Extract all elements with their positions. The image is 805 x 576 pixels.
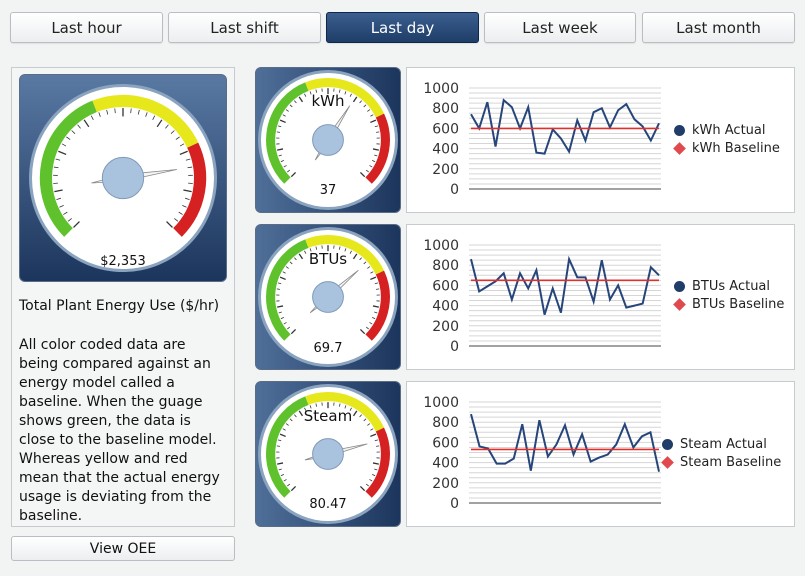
legend-baseline-marker xyxy=(673,297,686,311)
kwh-gauge-value: 37 xyxy=(319,183,337,198)
legend-kwh-baseline: kWh Baseline xyxy=(692,140,780,156)
gauge-tick xyxy=(375,288,380,290)
gauge-tick xyxy=(130,108,132,114)
y-tick-label: 400 xyxy=(432,456,459,472)
y-tick-label: 200 xyxy=(432,476,459,492)
legend-baseline-marker xyxy=(661,455,674,469)
legend-baseline-marker xyxy=(673,141,686,155)
y-tick-label: 400 xyxy=(432,142,459,158)
legend-btus-baseline: BTUs Baseline xyxy=(692,296,785,312)
total-energy-title: Total Plant Energy Use ($/hr) xyxy=(19,298,220,314)
y-tick-label: 600 xyxy=(432,435,459,451)
steam-gauge-label: Steam xyxy=(303,407,353,425)
y-tick-label: 800 xyxy=(432,415,459,431)
legend-actual-marker xyxy=(662,438,673,450)
kwh-gauge-panel: kWh 37 xyxy=(255,67,401,213)
y-tick-label: 800 xyxy=(432,258,459,274)
steam-gauge-value: 80.47 xyxy=(309,497,347,512)
tab-last-day[interactable]: Last day xyxy=(326,12,479,43)
total-energy-gauge xyxy=(29,84,217,272)
legend-steam-actual: Steam Actual xyxy=(680,436,767,452)
gauge-hub xyxy=(312,281,344,313)
y-tick-label: 600 xyxy=(432,278,459,294)
btus-gauge-panel: BTUs 69.7 xyxy=(255,224,401,370)
tab-last-week[interactable]: Last week xyxy=(484,12,636,43)
btus-gauge-value: 69.7 xyxy=(313,341,343,356)
actual-series-line xyxy=(470,255,660,315)
gauge-hub xyxy=(312,124,344,156)
gauge-hub xyxy=(101,156,145,200)
kwh-legend: kWh Actual kWh Baseline xyxy=(673,121,780,157)
y-tick-label: 0 xyxy=(450,182,459,198)
baseline-description: All color coded data are being compared … xyxy=(19,337,220,524)
y-tick-label: 0 xyxy=(450,496,459,512)
tab-last-hour[interactable]: Last hour xyxy=(10,12,163,43)
legend-steam-baseline: Steam Baseline xyxy=(680,454,782,470)
steam-legend: Steam Actual Steam Baseline xyxy=(661,435,782,471)
view-oee-button[interactable]: View OEE xyxy=(11,536,235,561)
gauge-tick xyxy=(276,131,281,133)
y-tick-label: 200 xyxy=(432,319,459,335)
btus-legend: BTUs Actual BTUs Baseline xyxy=(673,277,785,313)
kwh-gauge-label: kWh xyxy=(311,92,345,110)
btus-gauge-label: BTUs xyxy=(308,250,348,268)
legend-btus-actual: BTUs Actual xyxy=(692,278,771,294)
legend-kwh-actual: kWh Actual xyxy=(692,122,766,138)
y-tick-label: 1000 xyxy=(423,395,459,411)
gauge-tick xyxy=(276,288,281,290)
gauge-tick xyxy=(375,131,380,133)
gauge-tick xyxy=(375,445,380,447)
y-tick-label: 800 xyxy=(432,101,459,117)
gauge-tick xyxy=(114,108,116,114)
gauge-hub xyxy=(312,438,344,470)
y-tick-label: 0 xyxy=(450,339,459,355)
legend-actual-marker xyxy=(674,124,685,136)
gauge-tick xyxy=(276,445,281,447)
y-tick-label: 1000 xyxy=(423,238,459,254)
y-tick-label: 200 xyxy=(432,162,459,178)
y-tick-label: 600 xyxy=(432,121,459,137)
legend-actual-marker xyxy=(674,280,685,292)
tab-last-month[interactable]: Last month xyxy=(642,12,795,43)
total-energy-value: $2,353 xyxy=(100,254,146,269)
y-tick-label: 1000 xyxy=(423,81,459,97)
tab-last-shift[interactable]: Last shift xyxy=(168,12,321,43)
y-tick-label: 400 xyxy=(432,299,459,315)
steam-gauge-panel: Steam 80.47 xyxy=(255,381,401,527)
